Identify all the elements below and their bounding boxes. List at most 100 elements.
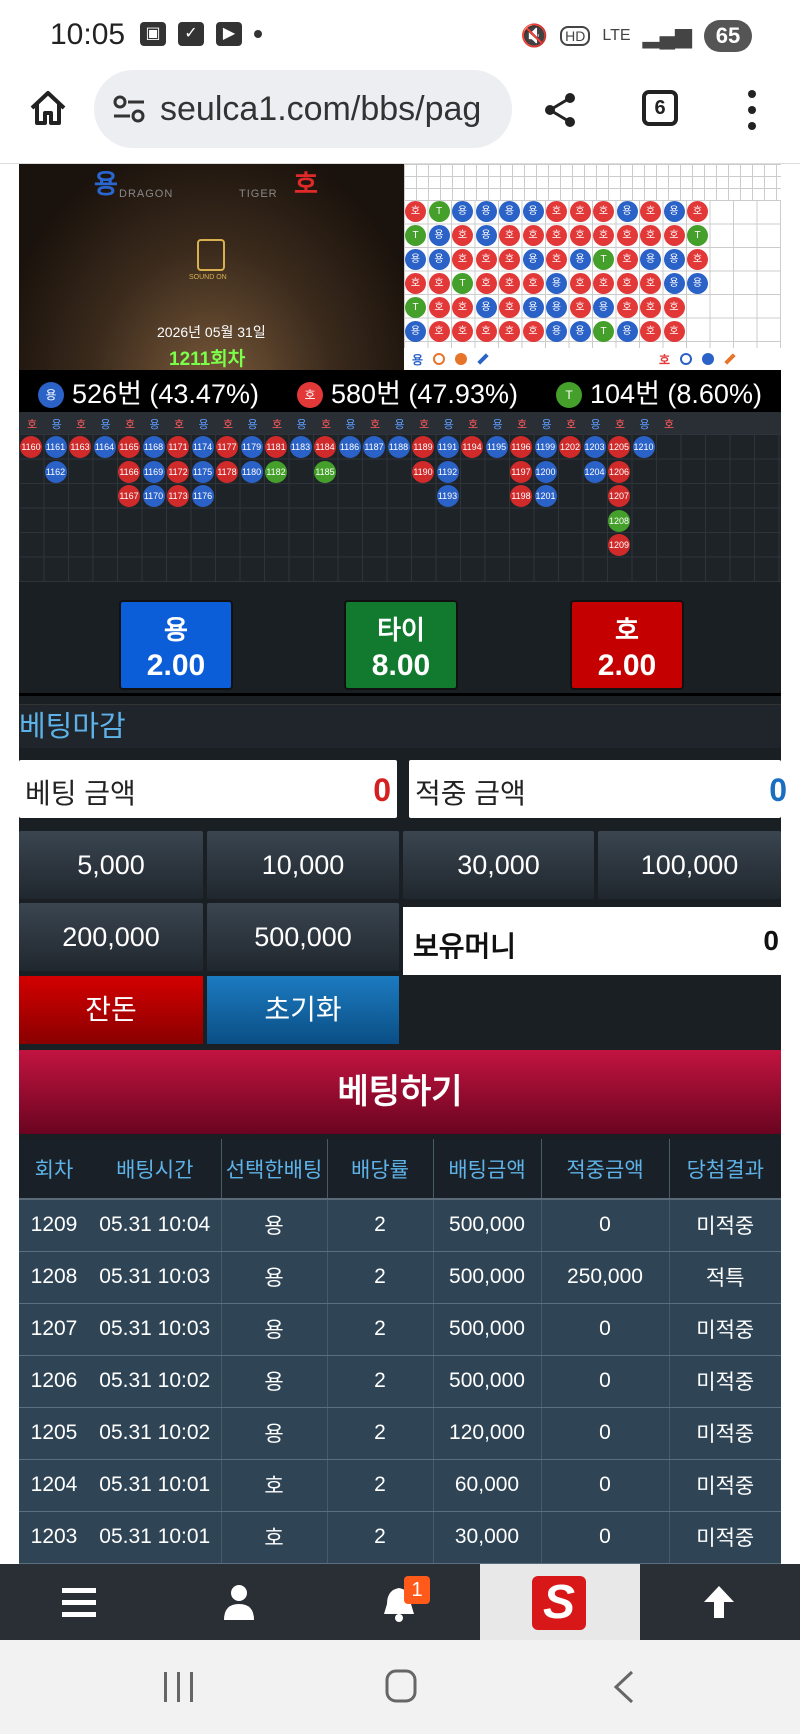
- road-round: 1197: [510, 460, 532, 483]
- holding-money-value: 0: [763, 925, 779, 956]
- road-round: 1168: [142, 436, 165, 458]
- bead-result: T: [687, 225, 708, 246]
- table-row: 1204 05.31 10:01 호 2 60,000 0 미적중: [19, 1459, 781, 1512]
- road-header-label: 호: [370, 419, 381, 431]
- bead-result: 용: [452, 201, 473, 222]
- cell-win-amount: 0: [540, 1407, 669, 1460]
- bead-result: 호: [593, 273, 614, 294]
- scoreboard: 호T용용용용호호호용호용호T용호용호호호호호호호호T용용호호호용호용T호용용호호…: [404, 164, 781, 370]
- cell-win-amount: 0: [540, 1459, 669, 1512]
- road-round: 1199: [534, 436, 557, 458]
- road-header-label: 용: [590, 419, 601, 431]
- address-bar[interactable]: seulca1.com/bbs/pag: [94, 70, 512, 148]
- road-grid: 1160 1161 1162 1163 1164 1165 1166 1167 1168 1169…: [19, 434, 781, 582]
- bead-result: T: [593, 249, 614, 270]
- profile-button[interactable]: [160, 1564, 320, 1640]
- bead-result: 호: [640, 321, 661, 342]
- bead-result: 용: [405, 321, 426, 342]
- more-menu-icon[interactable]: [748, 90, 756, 130]
- bet-dragon-button[interactable]: 용 2.00: [119, 600, 233, 690]
- chip-30000-button[interactable]: 30,000: [403, 831, 594, 899]
- road-round: 1163: [69, 436, 91, 458]
- bead-result: 용: [546, 297, 567, 318]
- table-row: 1206 05.31 10:02 용 2 500,000 0 미적중: [19, 1355, 781, 1408]
- table-row: 1208 05.31 10:03 용 2 500,000 250,000 적특: [19, 1251, 781, 1304]
- bead-result: 호: [499, 297, 520, 318]
- chip-10000-button[interactable]: 10,000: [207, 831, 399, 899]
- holding-money-label: 보유머니: [413, 931, 517, 962]
- stat-dragon-text: 526번 (43.47%): [72, 378, 259, 409]
- notifications-button[interactable]: 1: [320, 1564, 480, 1640]
- cell-result: 미적중: [668, 1459, 781, 1512]
- bead-result: 호: [569, 297, 591, 318]
- stat-tie-text: 104번 (8.60%): [590, 378, 762, 409]
- bet-tie-button[interactable]: 타이 8.00: [344, 600, 458, 690]
- bead-result: 호: [546, 201, 567, 222]
- road-round: 1173: [167, 485, 189, 507]
- bead-result: 호: [546, 225, 567, 246]
- scoreboard-legend: 용 호: [404, 348, 781, 370]
- history-header-row: 회차 배팅시간 선택한배팅 배당률 배팅금액 적중금액 당첨결과: [19, 1139, 781, 1200]
- cell-odds: 2: [326, 1511, 433, 1564]
- win-amount-field: 적중 금액 0: [409, 760, 787, 818]
- road-round: 1188: [387, 436, 410, 458]
- back-icon[interactable]: [612, 1670, 636, 1704]
- tab-switcher-button[interactable]: 6: [642, 90, 678, 126]
- status-time: 10:05: [50, 18, 126, 51]
- table-row: 1203 05.31 10:01 호 2 30,000 0 미적중: [19, 1511, 781, 1564]
- road-round: 1202: [559, 436, 581, 458]
- road-header-label: 용: [492, 419, 503, 431]
- live-video[interactable]: 용 호 DRAGON TIGER SOUND ON 2026년 05월 31일 …: [19, 164, 404, 370]
- menu-button[interactable]: [0, 1564, 160, 1640]
- stat-dragon: 용 526번 (43.47%): [38, 372, 259, 411]
- bet-tiger-button[interactable]: 호 2.00: [570, 600, 684, 690]
- cell-bet-amount: 30,000: [432, 1511, 541, 1564]
- road-round: 1205: [608, 436, 630, 458]
- cell-round: 1206: [19, 1355, 89, 1408]
- sound-on-icon[interactable]: [197, 239, 225, 271]
- balance-button[interactable]: 잔돈: [19, 976, 203, 1044]
- bet-tie-label: 타이: [377, 615, 425, 645]
- cell-odds: 2: [326, 1199, 433, 1252]
- video-tiger-mark: 호: [294, 169, 318, 199]
- big-eye-icon: [680, 353, 693, 365]
- cell-win-amount: 250,000: [540, 1251, 669, 1304]
- bead-result: 호: [640, 225, 661, 246]
- bead-result: 용: [428, 225, 450, 246]
- cell-bet-amount: 500,000: [432, 1355, 541, 1408]
- chip-5000-button[interactable]: 5,000: [19, 831, 203, 899]
- reset-button[interactable]: 초기화: [207, 976, 399, 1044]
- share-icon[interactable]: [540, 90, 580, 130]
- bead-result: 용: [475, 201, 497, 222]
- scroll-top-button[interactable]: [640, 1564, 800, 1640]
- road-round: 1177: [216, 436, 238, 458]
- recents-icon[interactable]: [162, 1672, 196, 1702]
- bead-result: 호: [687, 249, 708, 270]
- url-text[interactable]: seulca1.com/bbs/pag: [160, 90, 500, 129]
- lte-label: LTE: [602, 27, 631, 44]
- site-settings-icon[interactable]: [112, 95, 146, 123]
- bead-result: 용: [616, 201, 638, 222]
- bead-result: 호: [569, 273, 591, 294]
- bead-result: 호: [569, 225, 591, 246]
- home-nav-icon[interactable]: [384, 1668, 418, 1704]
- bet-tiger-label: 호: [615, 615, 639, 645]
- odds-panel: 용 2.00 타이 8.00 호 2.00: [19, 588, 781, 696]
- road-round: 1191: [436, 436, 459, 458]
- home-icon[interactable]: [28, 88, 68, 128]
- chip-100000-button[interactable]: 100,000: [598, 831, 781, 899]
- history-body: 1209 05.31 10:04 용 2 500,000 0 미적중 1208 05.31 10…: [19, 1199, 781, 1564]
- browser-toolbar: seulca1.com/bbs/pag 6: [0, 70, 800, 164]
- bead-result: 용: [475, 225, 497, 246]
- place-bet-button[interactable]: 베팅하기: [19, 1050, 781, 1134]
- chip-200000-button[interactable]: 200,000: [19, 903, 203, 971]
- cell-win-amount: 0: [540, 1511, 669, 1564]
- site-logo-button[interactable]: S: [480, 1564, 640, 1640]
- road-round: 1204: [583, 460, 606, 483]
- table-row: 1209 05.31 10:04 용 2 500,000 0 미적중: [19, 1199, 781, 1252]
- bead-result: T: [452, 273, 473, 294]
- win-amount-label: 적중 금액: [415, 778, 526, 809]
- bead-result: 호: [499, 273, 520, 294]
- bead-result: 용: [569, 249, 591, 270]
- chip-500000-button[interactable]: 500,000: [207, 903, 399, 971]
